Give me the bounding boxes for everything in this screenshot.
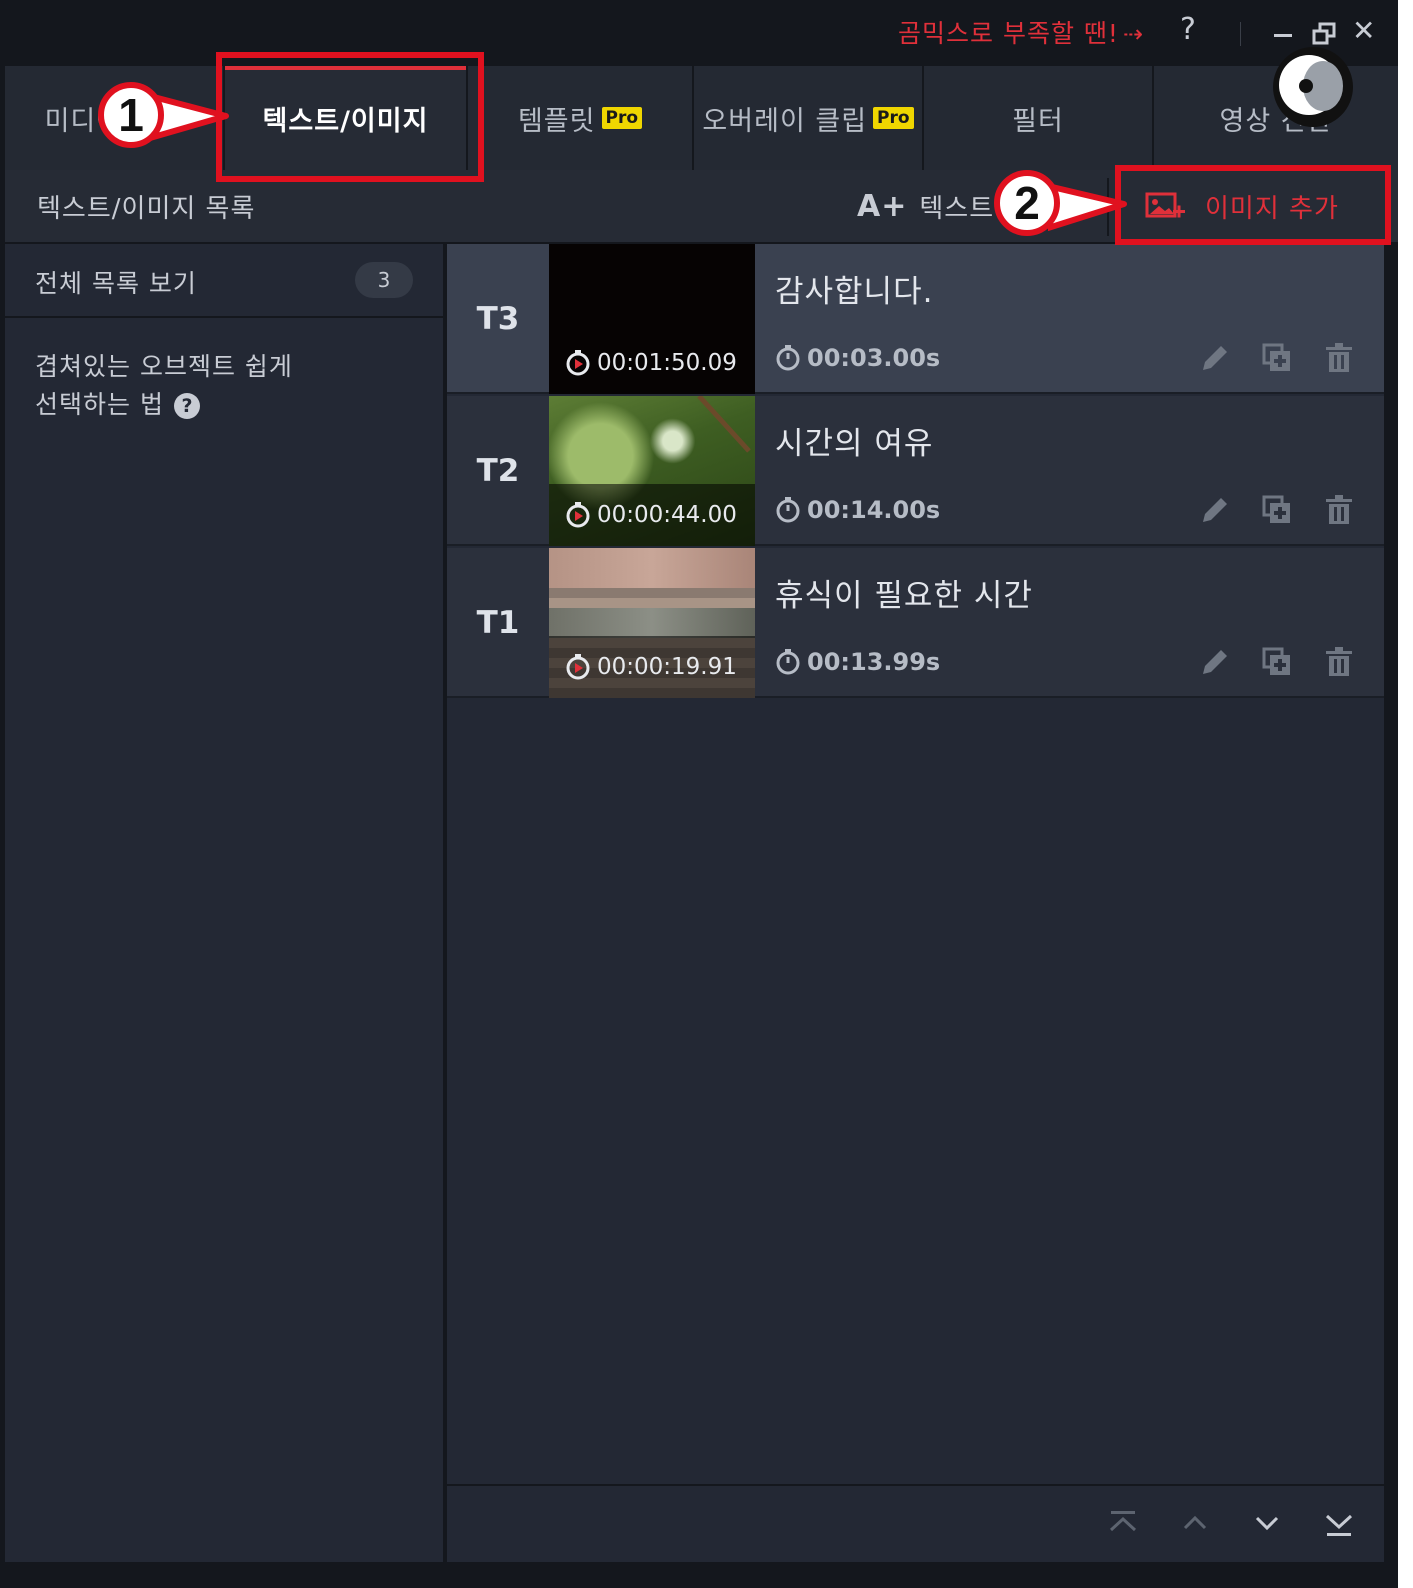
order-nav-bar [447,1484,1384,1562]
duplicate-icon[interactable] [1261,342,1293,374]
duration: 00:03.00s [775,344,940,372]
duplicate-icon[interactable] [1261,646,1293,678]
highlight-box-tab [216,52,484,182]
duration-text: 00:03.00s [807,344,941,372]
duration: 00:14.00s [775,496,940,524]
start-time: 00:01:50.09 [549,332,755,394]
timer-icon [566,350,590,376]
arrow-right-icon: ⇢ [1122,20,1145,48]
tab-template[interactable]: 템플릿 Pro [468,66,694,170]
move-to-bottom-icon[interactable] [1321,1506,1357,1542]
object-list: T3 00:01:50.09 감사합니다. 00:03.00s T2 00:00… [447,244,1384,1562]
trash-icon[interactable] [1323,494,1355,526]
duplicate-icon[interactable] [1261,494,1293,526]
pro-badge: Pro [873,107,914,129]
promo-text[interactable]: 곰믹스로 부족할 땐! [898,19,1119,48]
row-actions [1199,342,1355,374]
timer-icon [566,502,590,528]
tab-label: 필터 [1012,105,1064,137]
callout-number-1: 1 [98,82,164,148]
list-item[interactable]: T2 00:00:44.00 시간의 여유 00:14.00s [447,396,1384,546]
thumbnail: 00:01:50.09 [549,244,755,394]
callout-pointer [1048,183,1127,231]
duration: 00:13.99s [775,648,940,676]
question-icon[interactable]: ? [173,393,200,419]
start-time-text: 00:01:50.09 [597,350,737,376]
tab-label: 템플릿 [517,105,596,137]
add-text-icon: A+ [857,188,908,224]
item-name: 시간의 여유 [775,426,934,462]
tip-link[interactable]: 겹쳐있는 오브젝트 쉽게 선택하는 법? [35,348,395,424]
thumbnail: 00:00:44.00 [549,396,755,546]
thumbnail: 00:00:19.91 [549,548,755,698]
edit-pencil-icon[interactable] [1199,494,1231,526]
item-name: 휴식이 필요한 시간 [775,578,1033,614]
row-actions [1199,646,1355,678]
stopwatch-icon [776,649,800,675]
tab-filter[interactable]: 필터 [924,66,1154,170]
track-label: T3 [476,301,520,337]
row-actions [1199,494,1355,526]
start-time-text: 00:00:19.91 [597,654,737,680]
tip-line-1: 겹쳐있는 오브젝트 쉽게 [35,352,293,381]
list-item[interactable]: T1 00:00:19.91 휴식이 필요한 시간 00:13.99s [447,548,1384,698]
view-all-label: 전체 목록 보기 [35,269,197,298]
list-title: 텍스트/이미지 목록 [37,194,256,224]
promo-link[interactable]: 곰믹스로 부족할 땐! ⇢ [898,14,1144,50]
view-all-list-button[interactable]: 전체 목록 보기 3 [5,244,445,318]
start-time: 00:00:19.91 [549,636,755,698]
edit-pencil-icon[interactable] [1199,646,1231,678]
callout-number-2: 2 [994,170,1060,236]
edit-pencil-icon[interactable] [1199,342,1231,374]
start-time: 00:00:44.00 [549,484,755,546]
track-label: T1 [476,605,520,641]
duration-text: 00:14.00s [807,496,941,524]
trash-icon[interactable] [1323,646,1355,678]
tab-label: 오버레이 클립 [702,105,868,137]
track-label: T2 [476,453,520,489]
title-bar: 곰믹스로 부족할 땐! ⇢ ? ✕ [0,0,1398,66]
move-to-top-icon[interactable] [1105,1506,1141,1542]
divider [1240,22,1241,46]
left-panel: 전체 목록 보기 3 겹쳐있는 오브젝트 쉽게 선택하는 법? [5,244,445,1562]
item-name: 감사합니다. [775,274,934,310]
stopwatch-icon [776,497,800,523]
move-up-icon[interactable] [1177,1506,1213,1542]
eye-logo-icon [1273,47,1353,127]
close-icon[interactable]: ✕ [1352,14,1375,47]
timer-icon [566,654,590,680]
tip-line-2: 선택하는 법 [35,390,164,419]
list-item[interactable]: T3 00:01:50.09 감사합니다. 00:03.00s [447,244,1384,394]
tab-overlay-clip[interactable]: 오버레이 클립 Pro [694,66,924,170]
start-time-text: 00:00:44.00 [597,502,737,528]
stopwatch-icon [776,345,800,371]
help-button[interactable]: ? [1180,12,1196,47]
pro-badge: Pro [601,107,643,129]
highlight-box-add-image [1115,165,1391,245]
item-count-badge: 3 [355,262,413,298]
trash-icon[interactable] [1323,342,1355,374]
minimize-icon[interactable] [1274,34,1292,37]
duration-text: 00:13.99s [807,648,941,676]
restore-icon[interactable] [1312,22,1338,46]
move-down-icon[interactable] [1249,1506,1285,1542]
